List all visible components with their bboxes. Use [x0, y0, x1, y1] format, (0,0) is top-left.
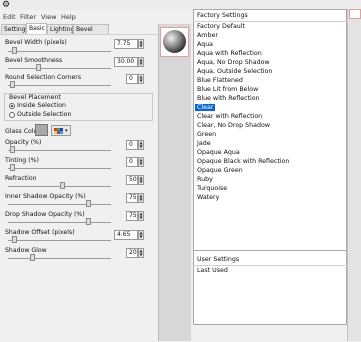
- bevel-smoothness-label: Bevel Smoothness: [5, 57, 63, 64]
- inner-shadow-opacity-slider-thumb[interactable]: [86, 200, 91, 207]
- list-item[interactable]: Aqua: [197, 41, 213, 48]
- opacity-slider-track: [8, 150, 111, 151]
- opacity-label: Opacity (%): [5, 139, 42, 146]
- bevel-width-label: Bevel Width (pixels): [5, 39, 67, 46]
- inner-shadow-opacity-spinner[interactable]: ▲ ▼: [138, 193, 144, 203]
- bevel-smoothness-slider-track: [8, 68, 111, 69]
- refraction-label: Refraction: [5, 175, 37, 182]
- inner-shadow-opacity-label: Inner Shadow Opacity (%): [5, 193, 86, 200]
- refraction-input[interactable]: 50: [126, 175, 138, 185]
- bevel-width-slider-thumb[interactable]: [12, 47, 17, 54]
- shadow-glow-slider-track: [8, 258, 111, 259]
- refraction-spinner[interactable]: ▲ ▼: [138, 175, 144, 185]
- shadow-offset-slider-track: [8, 240, 111, 241]
- list-item[interactable]: Jade: [197, 140, 211, 147]
- list-item[interactable]: Turquoise: [197, 185, 227, 192]
- user-settings-divider: [193, 265, 347, 266]
- list-item-selected[interactable]: Clear: [195, 104, 216, 111]
- bevel-placement-label: Bevel Placement: [9, 94, 61, 101]
- bevel-width-slider-track: [8, 51, 111, 52]
- user-settings-header: User Settings: [197, 256, 240, 263]
- list-item[interactable]: Blue with Reflection: [197, 95, 260, 102]
- list-item[interactable]: Green: [197, 131, 216, 138]
- drop-shadow-opacity-label: Drop Shadow Opacity (%): [5, 211, 85, 218]
- list-item[interactable]: Opaque Black with Reflection: [197, 158, 289, 165]
- bevel-smoothness-input[interactable]: 30.00: [114, 57, 138, 67]
- list-item[interactable]: Amber: [197, 32, 218, 39]
- shadow-glow-input[interactable]: 20: [126, 248, 138, 258]
- round-corners-input[interactable]: 0: [126, 74, 138, 84]
- opacity-slider-thumb[interactable]: [10, 146, 15, 153]
- outside-selection-radio[interactable]: [9, 112, 15, 118]
- inner-shadow-opacity-slider-track: [8, 204, 111, 205]
- tab-bevel-profile[interactable]: Bevel Profile: [73, 24, 109, 43]
- list-item[interactable]: Opaque Green: [197, 167, 243, 174]
- opacity-spinner[interactable]: ▲ ▼: [138, 140, 144, 150]
- factory-settings-divider: [193, 21, 347, 22]
- bevel-width-input[interactable]: 7.75: [114, 39, 138, 49]
- round-corners-spinner[interactable]: ▲ ▼: [138, 74, 144, 84]
- tinting-slider-track: [8, 168, 111, 169]
- outside-selection-label[interactable]: Outside Selection: [17, 111, 71, 118]
- list-item[interactable]: Clear, No Drop Shadow: [197, 122, 270, 129]
- list-item[interactable]: Ruby: [197, 176, 213, 183]
- shadow-glow-slider-thumb[interactable]: [30, 254, 35, 261]
- shadow-glow-spinner[interactable]: ▲ ▼: [138, 248, 144, 258]
- list-item[interactable]: Aqua, Outside Selection: [197, 68, 272, 75]
- opacity-input[interactable]: 0: [126, 140, 138, 150]
- drop-shadow-opacity-spinner[interactable]: ▲ ▼: [138, 211, 144, 221]
- inside-selection-label[interactable]: Inside Selection: [17, 102, 66, 109]
- app-icon: ⚙: [2, 0, 11, 10]
- shadow-offset-input[interactable]: 4.65: [114, 230, 138, 240]
- menu-filter[interactable]: Filter: [20, 13, 36, 21]
- list-item[interactable]: Factory Default: [197, 23, 245, 30]
- inner-shadow-opacity-input[interactable]: 75: [126, 193, 138, 203]
- tinting-spinner[interactable]: ▲ ▼: [138, 157, 144, 167]
- list-item[interactable]: Watery: [197, 194, 219, 201]
- inside-selection-radio[interactable]: [9, 103, 15, 109]
- drop-shadow-opacity-slider-track: [8, 222, 111, 223]
- preview-strip: [158, 24, 191, 341]
- list-item[interactable]: Clear with Reflection: [197, 113, 262, 120]
- menu-view[interactable]: View: [41, 13, 56, 21]
- glass-sphere-preview: [163, 30, 186, 53]
- chevron-down-icon: ▾: [65, 128, 68, 134]
- bevel-smoothness-slider-thumb[interactable]: [36, 64, 41, 71]
- right-edge-panel: [347, 9, 361, 341]
- color-picker-button[interactable]: ▾: [51, 125, 71, 136]
- list-item[interactable]: Last Used: [197, 267, 228, 274]
- tinting-input[interactable]: 0: [126, 157, 138, 167]
- menu-edit[interactable]: Edit: [3, 13, 16, 21]
- bevel-smoothness-spinner[interactable]: ▲ ▼: [138, 57, 144, 67]
- round-corners-label: Round Selection Corners: [5, 74, 82, 81]
- tab-basic[interactable]: Basic: [26, 23, 47, 34]
- list-item[interactable]: Aqua with Reflection: [197, 50, 262, 57]
- list-item[interactable]: Aqua, No Drop Shadow: [197, 59, 270, 66]
- tinting-slider-thumb[interactable]: [10, 164, 15, 171]
- glass-color-swatch[interactable]: [35, 124, 48, 136]
- right-preview-thumbnail[interactable]: [349, 9, 361, 19]
- list-item[interactable]: Opaque Aqua: [197, 149, 240, 156]
- drop-shadow-opacity-slider-thumb[interactable]: [86, 218, 91, 225]
- shadow-offset-label: Shadow Offset (pixels): [5, 229, 75, 236]
- refraction-slider-thumb[interactable]: [60, 182, 65, 189]
- list-item[interactable]: Blue Flattened: [197, 77, 243, 84]
- round-corners-slider-thumb[interactable]: [10, 81, 15, 88]
- shadow-offset-slider-thumb[interactable]: [12, 236, 17, 243]
- list-item[interactable]: Blue Lit from Below: [197, 86, 258, 93]
- shadow-glow-label: Shadow Glow: [5, 247, 47, 254]
- menu-help[interactable]: Help: [61, 13, 76, 21]
- drop-shadow-opacity-input[interactable]: 75: [126, 211, 138, 221]
- round-corners-slider-track: [8, 85, 111, 86]
- tinting-label: Tinting (%): [5, 157, 39, 164]
- tab-lighting[interactable]: Lighting: [47, 24, 74, 34]
- bevel-width-spinner[interactable]: ▲ ▼: [138, 39, 144, 49]
- tab-settings[interactable]: Settings: [1, 24, 29, 34]
- factory-settings-header: Factory Settings: [197, 12, 248, 19]
- shadow-offset-spinner[interactable]: ▲ ▼: [138, 230, 144, 240]
